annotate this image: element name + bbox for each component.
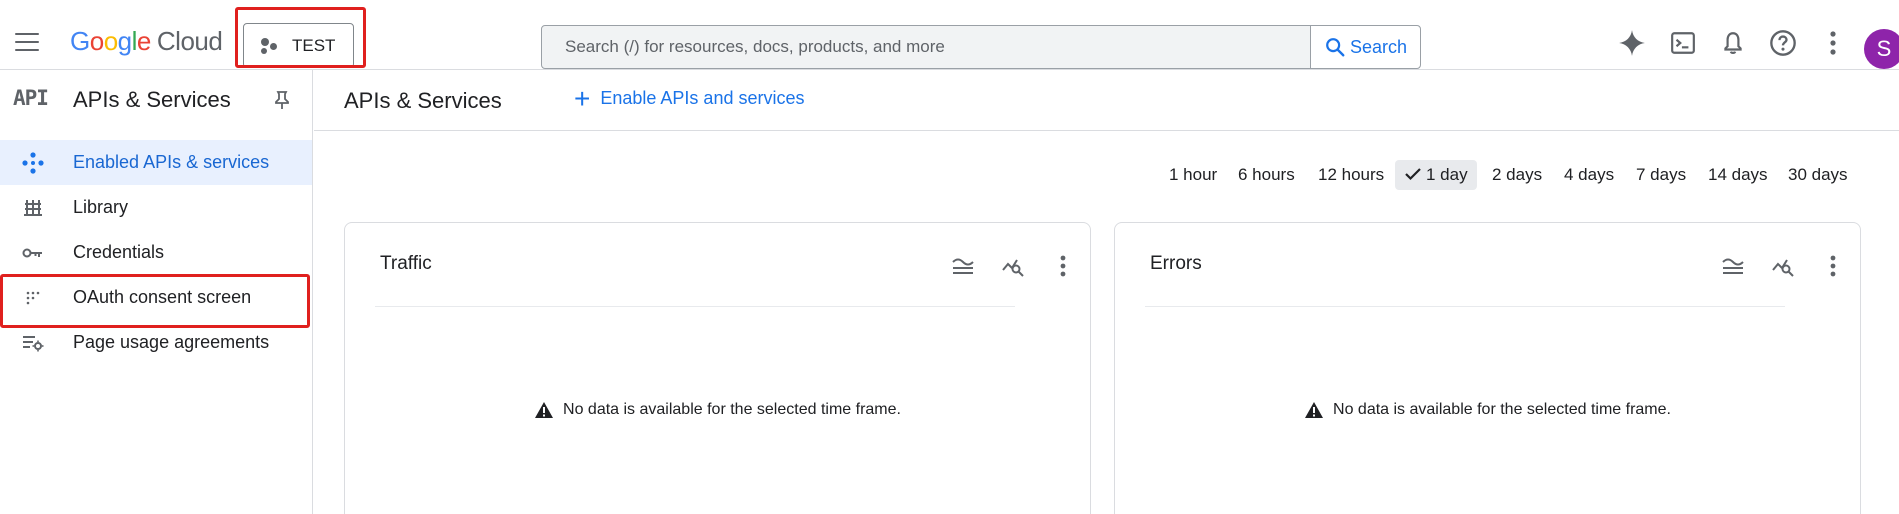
enable-apis-label: Enable APIs and services xyxy=(600,88,805,108)
settings-list-icon xyxy=(22,332,44,354)
help-icon[interactable] xyxy=(1768,28,1798,58)
sidebar-item-label: Credentials xyxy=(73,242,165,262)
search-button[interactable]: Search xyxy=(1310,26,1420,68)
search-button-label: Search xyxy=(1349,36,1408,57)
time-range-30-days[interactable]: 30 days xyxy=(1779,160,1857,190)
card-divider xyxy=(375,306,1015,307)
warning-icon xyxy=(535,402,554,418)
time-range-label: 1 day xyxy=(1426,165,1468,184)
legend-toggle-icon[interactable] xyxy=(1716,251,1750,281)
more-options-icon[interactable] xyxy=(1818,28,1848,58)
legend-toggle-icon[interactable] xyxy=(946,251,980,281)
sidebar-item-page-usage[interactable]: Page usage agreements xyxy=(0,320,312,365)
logo-cloud-text: Cloud xyxy=(156,26,223,56)
time-range-1-hour[interactable]: 1 hour xyxy=(1160,160,1226,190)
no-data-text: No data is available for the selected ti… xyxy=(1333,401,1671,418)
errors-card: Errors No data is available for the sele… xyxy=(1114,222,1861,514)
pin-icon[interactable] xyxy=(273,90,291,115)
search-bar: Search xyxy=(541,25,1421,69)
sidebar-item-label: Library xyxy=(73,197,129,217)
api-product-icon: API xyxy=(13,86,49,110)
page-title: APIs & Services xyxy=(344,88,502,113)
hamburger-line xyxy=(15,41,39,43)
search-input[interactable] xyxy=(542,26,1310,68)
no-data-text: No data is available for the selected ti… xyxy=(563,401,901,418)
time-range-6-hours[interactable]: 6 hours xyxy=(1229,160,1304,190)
card-more-options-icon[interactable] xyxy=(1816,251,1850,281)
account-avatar[interactable]: S xyxy=(1864,29,1899,69)
sidebar-item-oauth-consent[interactable]: OAuth consent screen xyxy=(0,275,312,320)
time-range-selector: 1 hour 6 hours 12 hours 1 day 2 days 4 d… xyxy=(0,160,1899,192)
consent-grid-icon xyxy=(22,287,44,309)
time-range-7-days[interactable]: 7 days xyxy=(1627,160,1695,190)
gemini-sparkle-icon[interactable] xyxy=(1617,28,1647,58)
time-range-14-days[interactable]: 14 days xyxy=(1699,160,1777,190)
time-range-4-days[interactable]: 4 days xyxy=(1555,160,1623,190)
logo-letter: o xyxy=(103,26,118,56)
cloud-shell-terminal-icon[interactable] xyxy=(1668,28,1698,58)
sidebar: API APIs & Services Enabled APIs & servi… xyxy=(0,70,313,514)
search-icon xyxy=(1326,38,1345,57)
sidebar-item-label: OAuth consent screen xyxy=(73,287,252,307)
plus-icon: + xyxy=(574,82,591,114)
sidebar-item-label: Page usage agreements xyxy=(73,332,270,352)
card-toolbar xyxy=(1700,251,1850,281)
no-data-message: No data is available for the selected ti… xyxy=(1115,401,1860,419)
project-icon xyxy=(260,37,280,55)
time-range-12-hours[interactable]: 12 hours xyxy=(1309,160,1393,190)
notifications-bell-icon[interactable] xyxy=(1718,28,1748,58)
hamburger-line xyxy=(15,49,39,51)
library-icon xyxy=(22,197,44,219)
card-title: Errors xyxy=(1150,253,1202,274)
card-title: Traffic xyxy=(380,253,432,274)
time-range-2-days[interactable]: 2 days xyxy=(1483,160,1551,190)
time-range-1-day[interactable]: 1 day xyxy=(1395,160,1477,190)
page-header: APIs & Services + Enable APIs and servic… xyxy=(314,70,1899,131)
logo-letter: G xyxy=(70,26,90,56)
sidebar-header: API APIs & Services xyxy=(0,70,312,130)
hamburger-line xyxy=(15,33,39,35)
logo-letter: o xyxy=(89,26,104,56)
key-icon xyxy=(22,242,44,264)
card-toolbar xyxy=(930,251,1080,281)
sidebar-title: APIs & Services xyxy=(73,87,231,112)
sidebar-item-credentials[interactable]: Credentials xyxy=(0,230,312,275)
logo-letter: g xyxy=(117,26,132,56)
enable-apis-button[interactable]: + Enable APIs and services xyxy=(574,82,805,114)
explore-chart-icon[interactable] xyxy=(1766,251,1800,281)
google-cloud-logo[interactable]: Google Cloud xyxy=(70,26,223,57)
explore-chart-icon[interactable] xyxy=(996,251,1030,281)
main-menu-button[interactable] xyxy=(12,30,42,54)
card-divider xyxy=(1145,306,1785,307)
traffic-card: Traffic No data is available for the sel… xyxy=(344,222,1091,514)
warning-icon xyxy=(1305,402,1324,418)
top-bar: GoogleCloud TEST Search S xyxy=(0,0,1899,70)
card-more-options-icon[interactable] xyxy=(1046,251,1080,281)
check-icon xyxy=(1405,168,1421,181)
no-data-message: No data is available for the selected ti… xyxy=(345,401,1090,419)
logo-letter: e xyxy=(136,26,151,56)
project-picker-button[interactable]: TEST xyxy=(243,23,354,68)
project-name: TEST xyxy=(292,35,336,55)
